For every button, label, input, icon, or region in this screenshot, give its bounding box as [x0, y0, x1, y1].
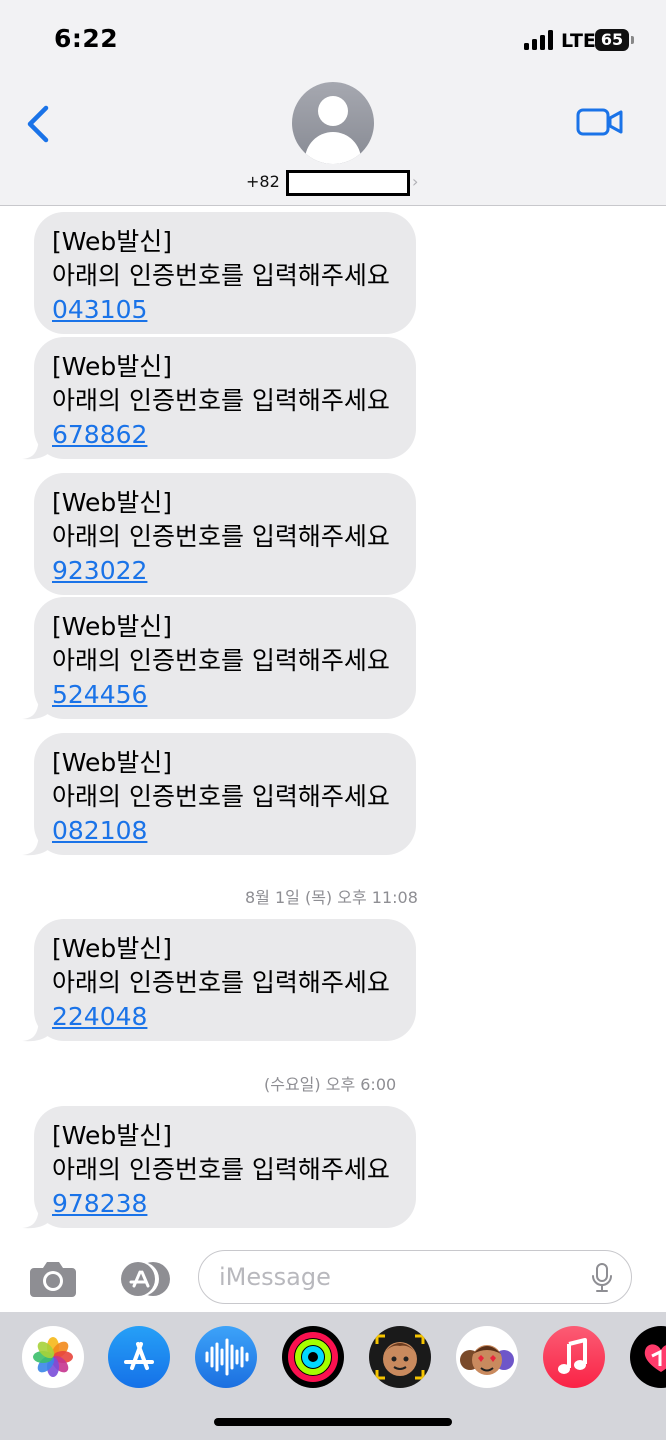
digital-touch-icon[interactable]: [630, 1326, 666, 1388]
verification-code-link[interactable]: 224048: [52, 1000, 147, 1034]
message-sender-tag: [Web발신]: [52, 934, 173, 963]
message-bubble[interactable]: [Web발신] 아래의 인증번호를 입력해주세요 524456: [34, 597, 416, 719]
camera-icon[interactable]: [28, 1260, 78, 1298]
message-text: 아래의 인증번호를 입력해주세요: [52, 1155, 390, 1184]
video-camera-icon[interactable]: [576, 106, 624, 138]
message-sender-tag: [Web발신]: [52, 748, 173, 777]
conversation-header: +82 ›: [0, 80, 666, 206]
contact-chevron-icon: ›: [412, 172, 419, 191]
message-bubble[interactable]: [Web발신] 아래의 인증번호를 입력해주세요 043105: [34, 212, 416, 334]
battery-icon: 65: [595, 29, 629, 51]
status-bar: 6:22 LTE 65: [0, 0, 666, 80]
photos-app-icon[interactable]: [22, 1326, 84, 1388]
message-bubble[interactable]: [Web발신] 아래의 인증번호를 입력해주세요 082108: [34, 733, 416, 855]
message-input[interactable]: iMessage: [198, 1250, 632, 1304]
bubble-tail: [22, 698, 50, 720]
music-app-icon[interactable]: [543, 1326, 605, 1388]
network-type: LTE: [561, 30, 596, 52]
verification-code-link[interactable]: 678862: [52, 418, 147, 452]
message-bubble[interactable]: [Web발신] 아래의 인증번호를 입력해주세요 978238: [34, 1106, 416, 1228]
message-sender-tag: [Web발신]: [52, 227, 173, 256]
bubble-tail: [22, 438, 50, 460]
message-text: 아래의 인증번호를 입력해주세요: [52, 968, 390, 997]
message-text: 아래의 인증번호를 입력해주세요: [52, 261, 390, 290]
message-input-placeholder: iMessage: [219, 1263, 331, 1291]
status-time: 6:22: [54, 24, 119, 53]
bubble-tail: [22, 834, 50, 856]
bubble-tail: [22, 1020, 50, 1042]
redacted-number-box: [286, 170, 410, 196]
app-drawer: [0, 1312, 666, 1440]
message-sender-tag: [Web발신]: [52, 352, 173, 381]
verification-code-link[interactable]: 923022: [52, 554, 147, 588]
verification-code-link[interactable]: 978238: [52, 1187, 147, 1221]
message-text: 아래의 인증번호를 입력해주세요: [52, 386, 390, 415]
battery-tip: [631, 36, 634, 44]
verification-code-link[interactable]: 043105: [52, 293, 147, 327]
message-sender-tag: [Web발신]: [52, 1121, 173, 1150]
activity-rings-icon[interactable]: [282, 1326, 344, 1388]
contact-avatar[interactable]: [292, 82, 374, 164]
audio-message-icon[interactable]: [195, 1326, 257, 1388]
message-text: 아래의 인증번호를 입력해주세요: [52, 646, 390, 675]
message-text: 아래의 인증번호를 입력해주세요: [52, 782, 390, 811]
message-timestamp: 8월 1일 (목) 오후 11:08: [245, 888, 418, 907]
message-text: 아래의 인증번호를 입력해주세요: [52, 522, 390, 551]
contact-country-code: +82: [246, 172, 280, 191]
verification-code-link[interactable]: 082108: [52, 814, 147, 848]
message-timestamp: (수요일) 오후 6:00: [264, 1075, 397, 1094]
bubble-tail: [22, 1207, 50, 1229]
message-sender-tag: [Web발신]: [52, 488, 173, 517]
app-store-drawer-icon[interactable]: [108, 1326, 170, 1388]
message-bubble[interactable]: [Web발신] 아래의 인증번호를 입력해주세요 923022: [34, 473, 416, 595]
message-bubble[interactable]: [Web발신] 아래의 인증번호를 입력해주세요 678862: [34, 337, 416, 459]
message-bubble[interactable]: [Web발신] 아래의 인증번호를 입력해주세요 224048: [34, 919, 416, 1041]
back-chevron-icon[interactable]: [20, 102, 60, 146]
microphone-icon[interactable]: [591, 1263, 613, 1293]
app-store-icon[interactable]: [112, 1261, 172, 1297]
verification-code-link[interactable]: 524456: [52, 678, 147, 712]
home-indicator: [214, 1418, 452, 1426]
animoji-stickers-icon[interactable]: [456, 1326, 518, 1388]
memoji-stickers-icon[interactable]: [369, 1326, 431, 1388]
message-sender-tag: [Web발신]: [52, 612, 173, 641]
cellular-signal-icon: [524, 30, 556, 50]
